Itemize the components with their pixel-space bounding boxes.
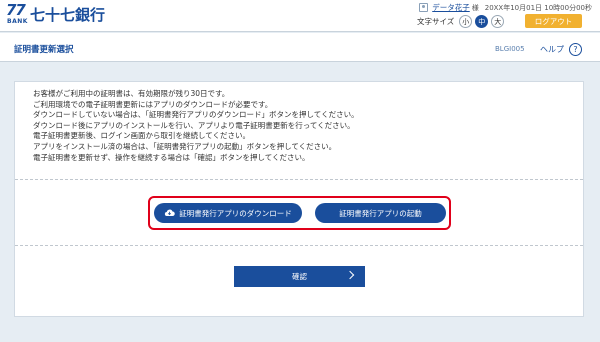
login-time: 20XX年10月01日 10時00分00秒 <box>484 3 592 12</box>
message-line: ご利用環境での電子証明書更新にはアプリのダウンロードが必要です。 <box>33 99 273 109</box>
divider <box>15 245 583 246</box>
help-label: ヘルプ <box>540 44 564 54</box>
logo-mark: 77 <box>6 1 26 19</box>
download-app-button[interactable]: 証明書発行アプリのダウンロード <box>154 203 302 223</box>
screen-id: BLGI005 <box>495 45 525 53</box>
page-title: 証明書更新選択 <box>14 45 74 55</box>
user-suffix: 様 <box>471 3 479 12</box>
user-name-link[interactable]: データ花子 <box>432 2 470 13</box>
cloud-download-icon <box>165 209 175 217</box>
launch-app-button[interactable]: 証明書発行アプリの起動 <box>315 203 446 223</box>
message-line: 電子証明書更新後、ログイン画面から取引を継続してください。 <box>33 131 251 141</box>
title-bar: 証明書更新選択 BLGI005 ヘルプ ? <box>0 33 600 62</box>
header: 77 BANK 七十七銀行 データ花子 様 20XX年10月01日 10時00分… <box>0 0 600 32</box>
logout-button[interactable]: ログアウト <box>525 14 582 28</box>
font-size-small-button[interactable]: 小 <box>459 15 473 28</box>
font-size-medium-button[interactable]: 中 <box>475 15 489 28</box>
help-link[interactable]: ヘルプ ? <box>540 42 582 56</box>
logo-sub: BANK <box>7 18 28 25</box>
message-line: 電子証明書を更新せず、操作を継続する場合は「確認」ボタンを押してください。 <box>33 152 310 162</box>
user-icon <box>419 3 429 12</box>
main-card: お客様がご利用中の証明書は、有効期限が残り30日です。 ご利用環境での電子証明書… <box>14 81 584 317</box>
bank-name: 七十七銀行 <box>30 6 106 24</box>
font-size-label: 文字サイズ <box>417 17 455 26</box>
user-info: データ花子 様 20XX年10月01日 10時00分00秒 <box>419 2 592 13</box>
download-app-label: 証明書発行アプリのダウンロード <box>179 208 292 218</box>
message-line: アプリをインストール済の場合は、「証明書発行アプリの起動」ボタンを押してください… <box>33 141 337 151</box>
font-size-large-button[interactable]: 大 <box>491 15 505 28</box>
divider <box>15 179 583 180</box>
notice-message: お客様がご利用中の証明書は、有効期限が残り30日です。 ご利用環境での電子証明書… <box>33 89 573 163</box>
bank-logo[interactable]: 77 BANK 七十七銀行 <box>6 3 106 31</box>
font-size-control: 文字サイズ 小 中 大 <box>417 14 507 29</box>
message-line: ダウンロードしていない場合は、「証明書発行アプリのダウンロード」ボタンを押してく… <box>33 110 359 120</box>
help-icon: ? <box>569 42 582 56</box>
chevron-right-icon <box>345 270 355 280</box>
message-line: ダウンロード後にアプリのインストールを行い、アプリより電子証明書更新を行ってくだ… <box>33 120 355 130</box>
confirm-button[interactable]: 確認 <box>234 266 365 287</box>
message-line: お客様がご利用中の証明書は、有効期限が残り30日です。 <box>33 89 230 98</box>
confirm-label: 確認 <box>292 272 307 281</box>
